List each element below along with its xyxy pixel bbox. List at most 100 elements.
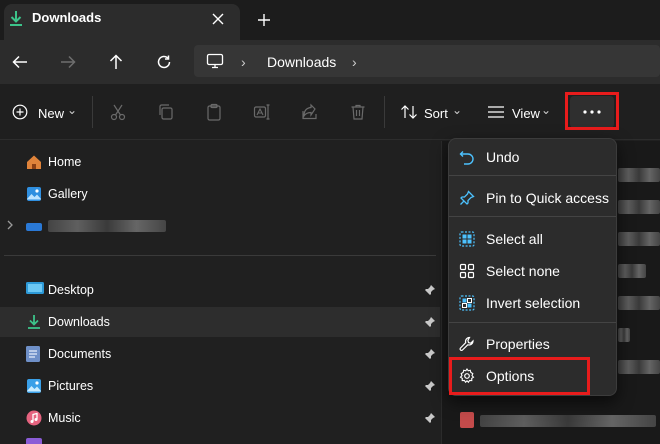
chevron-right-icon[interactable] bbox=[6, 220, 14, 230]
new-label[interactable]: New bbox=[38, 106, 64, 121]
toolbar-divider bbox=[92, 96, 93, 128]
menu-item-undo[interactable]: Undo bbox=[449, 142, 616, 172]
refresh-icon bbox=[157, 55, 171, 69]
breadcrumb-separator[interactable]: › bbox=[241, 54, 246, 70]
share-icon[interactable] bbox=[301, 103, 319, 121]
menu-item-invert-selection[interactable]: Invert selection bbox=[449, 288, 616, 318]
sort-icon[interactable] bbox=[400, 104, 418, 120]
menu-item-select-none[interactable]: Select none bbox=[449, 256, 616, 286]
wrench-icon bbox=[459, 336, 475, 352]
breadcrumb-separator-end[interactable]: › bbox=[352, 54, 357, 70]
up-button[interactable] bbox=[102, 49, 130, 75]
menu-item-pin-quick-access[interactable]: Pin to Quick access bbox=[449, 183, 616, 213]
undo-icon bbox=[459, 149, 475, 165]
list-item[interactable] bbox=[618, 168, 660, 182]
new-chevron[interactable]: ⌄ bbox=[67, 103, 77, 117]
sidebar-item-pictures[interactable]: Pictures bbox=[0, 371, 440, 401]
new-button[interactable] bbox=[12, 104, 28, 120]
select-all-icon bbox=[459, 231, 475, 247]
sidebar-item-label: Documents bbox=[48, 347, 112, 361]
pin-icon bbox=[459, 190, 475, 206]
videos-icon bbox=[26, 438, 42, 444]
cut-icon[interactable] bbox=[109, 103, 127, 121]
highlight-options bbox=[449, 357, 590, 395]
select-none-icon bbox=[459, 263, 475, 279]
rename-icon[interactable] bbox=[253, 103, 271, 121]
sidebar-item-documents[interactable]: Documents bbox=[0, 339, 440, 369]
sidebar-item-label: Home bbox=[48, 155, 82, 169]
tab-title: Downloads bbox=[32, 10, 102, 25]
sidebar-item-label: Desktop bbox=[48, 283, 94, 297]
sidebar-item-label: Music bbox=[48, 411, 81, 425]
address-box[interactable] bbox=[194, 45, 660, 77]
pin-icon[interactable] bbox=[424, 412, 436, 424]
arrow-left-icon bbox=[12, 55, 27, 69]
sidebar-item-label: Pictures bbox=[48, 379, 94, 393]
music-icon bbox=[26, 410, 42, 426]
sidebar-item-downloads[interactable]: Downloads bbox=[0, 307, 440, 337]
back-button[interactable] bbox=[6, 49, 34, 75]
sidebar-item-label: Gallery bbox=[48, 187, 88, 201]
sort-label[interactable]: Sort bbox=[424, 106, 448, 121]
copy-icon[interactable] bbox=[157, 103, 175, 121]
menu-item-label: Invert selection bbox=[486, 295, 581, 311]
list-item[interactable] bbox=[618, 328, 630, 342]
view-icon[interactable] bbox=[487, 105, 505, 119]
command-bar bbox=[0, 84, 660, 140]
file-icon bbox=[460, 412, 474, 428]
plus-icon bbox=[258, 14, 270, 26]
new-tab-button[interactable] bbox=[252, 8, 276, 32]
sidebar-item-home[interactable]: Home bbox=[0, 147, 440, 177]
sort-chevron[interactable]: ⌄ bbox=[452, 103, 462, 117]
list-item[interactable] bbox=[618, 232, 660, 246]
desktop-icon bbox=[26, 282, 44, 296]
menu-item-label: Properties bbox=[486, 336, 550, 352]
pin-icon[interactable] bbox=[424, 380, 436, 392]
cloud-icon bbox=[26, 218, 42, 232]
computer-icon bbox=[206, 53, 224, 69]
pictures-icon bbox=[26, 378, 42, 394]
toolbar-divider bbox=[384, 96, 385, 128]
sidebar-item-label: Downloads bbox=[48, 315, 110, 329]
sidebar-item-onedrive-blurred[interactable] bbox=[0, 211, 440, 241]
paste-icon[interactable] bbox=[205, 103, 223, 121]
home-icon bbox=[26, 154, 42, 170]
arrow-up-icon bbox=[109, 54, 123, 69]
sidebar-item-music[interactable]: Music bbox=[0, 403, 440, 433]
menu-item-label: Pin to Quick access bbox=[486, 190, 609, 206]
sidebar-item-gallery[interactable]: Gallery bbox=[0, 179, 440, 209]
menu-item-select-all[interactable]: Select all bbox=[449, 224, 616, 254]
documents-icon bbox=[26, 346, 40, 362]
forward-button[interactable] bbox=[54, 49, 82, 75]
breadcrumb-downloads[interactable]: Downloads bbox=[267, 54, 336, 70]
menu-item-label: Select none bbox=[486, 263, 560, 279]
list-item[interactable] bbox=[480, 415, 656, 427]
refresh-button[interactable] bbox=[150, 49, 178, 75]
menu-item-properties[interactable]: Properties bbox=[449, 329, 616, 359]
view-chevron[interactable]: ⌄ bbox=[541, 103, 551, 117]
menu-item-label: Select all bbox=[486, 231, 543, 247]
close-icon bbox=[212, 13, 224, 25]
list-item[interactable] bbox=[618, 264, 646, 278]
menu-divider bbox=[449, 175, 616, 176]
plus-circle-icon bbox=[12, 104, 28, 120]
pin-icon[interactable] bbox=[424, 316, 436, 328]
highlight-see-more bbox=[565, 92, 619, 130]
list-item[interactable] bbox=[618, 296, 660, 310]
view-label[interactable]: View bbox=[512, 106, 540, 121]
menu-divider bbox=[449, 216, 616, 217]
list-item[interactable] bbox=[618, 200, 660, 214]
menu-item-label: Undo bbox=[486, 149, 520, 165]
downloads-icon bbox=[26, 314, 42, 330]
sidebar-item-desktop[interactable]: Desktop bbox=[0, 275, 440, 305]
close-tab-button[interactable] bbox=[206, 7, 230, 31]
pin-icon[interactable] bbox=[424, 348, 436, 360]
delete-icon[interactable] bbox=[349, 103, 367, 121]
arrow-right-icon bbox=[61, 55, 76, 69]
pin-icon[interactable] bbox=[424, 284, 436, 296]
menu-divider bbox=[449, 322, 616, 323]
download-icon bbox=[8, 10, 24, 28]
blurred-account-name bbox=[48, 220, 166, 232]
list-item[interactable] bbox=[618, 360, 660, 374]
sidebar-divider bbox=[4, 255, 436, 256]
